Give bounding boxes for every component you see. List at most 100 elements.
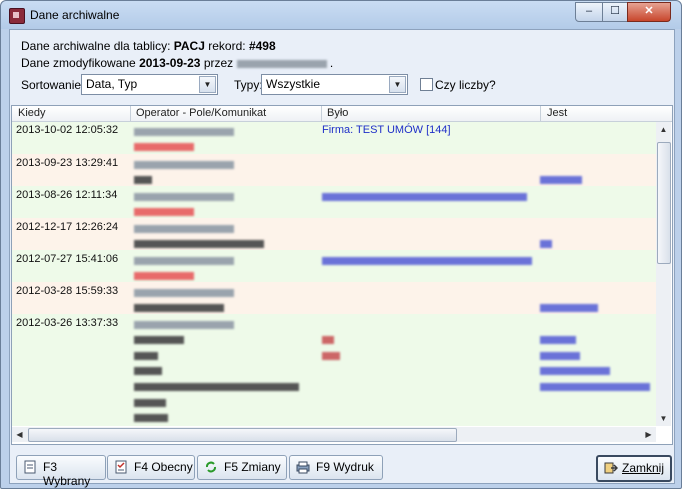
- redacted-value: [322, 352, 340, 361]
- cell-kiedy: 2013-09-23 13:29:41: [16, 157, 119, 169]
- redacted-field: [134, 414, 168, 423]
- f9-print-button[interactable]: F9 Wydruk: [289, 455, 383, 480]
- redacted-value: [540, 367, 610, 376]
- table-row[interactable]: 2012-12-17 12:26:24: [12, 218, 656, 250]
- cell-bylo: Firma: TEST UMÓW [144]: [322, 124, 451, 136]
- chevron-down-icon[interactable]: ▼: [199, 76, 216, 93]
- table-row[interactable]: 2012-07-27 15:41:06: [12, 250, 656, 282]
- minimize-button[interactable]: –: [575, 2, 603, 22]
- redacted-message: [134, 208, 194, 217]
- scroll-right-icon[interactable]: ▶: [641, 427, 656, 442]
- f5-changes-button[interactable]: F5 Zmiany: [197, 455, 287, 480]
- info-dot: .: [329, 56, 334, 70]
- f4-label: F4 Obecny: [134, 460, 193, 474]
- checklist-icon: [115, 460, 127, 474]
- types-label: Typy:: [234, 78, 263, 92]
- redacted-field: [134, 367, 162, 376]
- cell-kiedy: 2012-03-28 15:59:33: [16, 285, 119, 297]
- info-prefix: Dane archiwalne dla tablicy:: [21, 39, 171, 53]
- sort-select[interactable]: Data, Typ ▼: [81, 74, 218, 95]
- grid-rows: 2013-10-02 12:05:32 Firma: TEST UMÓW [14…: [12, 122, 656, 426]
- cell-kiedy: 2012-07-27 15:41:06: [16, 253, 119, 265]
- redacted-value: [540, 304, 598, 313]
- document-icon: [24, 460, 36, 474]
- redacted-value: [322, 336, 334, 345]
- col-header-operator[interactable]: Operator - Pole/Komunikat: [136, 107, 266, 119]
- col-divider[interactable]: [540, 106, 541, 121]
- cell-kiedy: 2013-10-02 12:05:32: [16, 124, 119, 136]
- redacted-message: [134, 143, 194, 152]
- types-select[interactable]: Wszystkie ▼: [261, 74, 408, 95]
- redacted-operator: [134, 225, 234, 234]
- close-window-button[interactable]: ✕: [627, 2, 671, 22]
- info-modified-date: 2013-09-23: [139, 56, 201, 70]
- horizontal-scrollbar[interactable]: ◀ ▶: [12, 427, 656, 442]
- redacted-field: [134, 352, 158, 361]
- redacted-field: [134, 304, 224, 313]
- scroll-thumb[interactable]: [657, 142, 671, 264]
- col-header-bylo[interactable]: Było: [327, 107, 348, 119]
- f5-label: F5 Zmiany: [224, 460, 281, 474]
- numbers-checkbox[interactable]: [420, 78, 433, 91]
- redacted-value: [540, 352, 580, 361]
- redacted-field: [134, 336, 184, 345]
- close-button[interactable]: Zamknij: [596, 455, 672, 482]
- window-title: Dane archiwalne: [30, 8, 120, 22]
- redacted-user: [236, 59, 327, 68]
- title-bar: Dane archiwalne – ☐ ✕: [1, 1, 681, 29]
- info-by: przez: [203, 56, 234, 70]
- col-header-kiedy[interactable]: Kiedy: [18, 107, 46, 119]
- f3-selected-button[interactable]: F3 Wybrany: [16, 455, 106, 488]
- redacted-value: [322, 193, 527, 202]
- col-divider[interactable]: [321, 106, 322, 121]
- exit-icon: [604, 462, 618, 474]
- refresh-icon: [206, 461, 216, 473]
- redacted-field: [134, 176, 152, 185]
- archive-window: Dane archiwalne – ☐ ✕ Dane archiwalne dl…: [0, 0, 682, 489]
- info-line-modified: Dane zmodyfikowane 2013-09-23 przez .: [21, 56, 333, 70]
- dialog-content: Dane archiwalne dla tablicy: PACJ rekord…: [9, 29, 675, 488]
- scroll-up-icon[interactable]: ▲: [656, 122, 671, 137]
- redacted-field: [134, 240, 264, 249]
- scroll-left-icon[interactable]: ◀: [12, 427, 27, 442]
- redacted-value: [540, 176, 582, 185]
- scroll-down-icon[interactable]: ▼: [656, 411, 671, 426]
- vertical-scrollbar[interactable]: ▲ ▼: [656, 122, 671, 426]
- cell-kiedy: 2012-03-26 13:37:33: [16, 317, 119, 329]
- redacted-value: [322, 257, 532, 266]
- info-line-table: Dane archiwalne dla tablicy: PACJ rekord…: [21, 39, 276, 53]
- types-value: Wszystkie: [266, 77, 320, 91]
- numbers-checkbox-label: Czy liczby?: [435, 78, 496, 92]
- redacted-operator: [134, 128, 234, 137]
- info-modified-prefix: Dane zmodyfikowane: [21, 56, 136, 70]
- table-row[interactable]: 2012-03-28 15:59:33: [12, 282, 656, 314]
- redacted-value: [540, 336, 576, 345]
- redacted-operator: [134, 161, 234, 170]
- table-row[interactable]: 2013-10-02 12:05:32 Firma: TEST UMÓW [14…: [12, 122, 656, 154]
- history-grid: Kiedy Operator - Pole/Komunikat Było Jes…: [11, 105, 673, 445]
- redacted-operator: [134, 321, 234, 330]
- f9-label: F9 Wydruk: [316, 460, 374, 474]
- chevron-down-icon[interactable]: ▼: [389, 76, 406, 93]
- maximize-button[interactable]: ☐: [602, 2, 628, 22]
- table-row[interactable]: 2012-03-26 13:37:33: [12, 314, 656, 426]
- hscroll-thumb[interactable]: [28, 428, 457, 442]
- cell-kiedy: 2013-08-26 12:11:34: [16, 189, 118, 201]
- sort-label: Sortowanie:: [21, 78, 85, 92]
- col-header-jest[interactable]: Jest: [547, 107, 567, 119]
- redacted-value: [540, 383, 650, 392]
- close-label: Zamknij: [622, 461, 665, 475]
- f3-label: F3 Wybrany: [43, 460, 91, 488]
- redacted-operator: [134, 289, 234, 298]
- table-row[interactable]: 2013-08-26 12:11:34: [12, 186, 656, 218]
- col-divider[interactable]: [130, 106, 131, 121]
- redacted-field: [134, 399, 166, 408]
- redacted-operator: [134, 193, 234, 202]
- info-record-label: rekord:: [208, 39, 246, 53]
- app-icon: [9, 8, 25, 24]
- redacted-message: [134, 272, 194, 281]
- info-table-name: PACJ: [173, 39, 205, 53]
- table-row[interactable]: 2013-09-23 13:29:41: [12, 154, 656, 186]
- redacted-field: [134, 383, 299, 392]
- f4-current-button[interactable]: F4 Obecny: [107, 455, 195, 480]
